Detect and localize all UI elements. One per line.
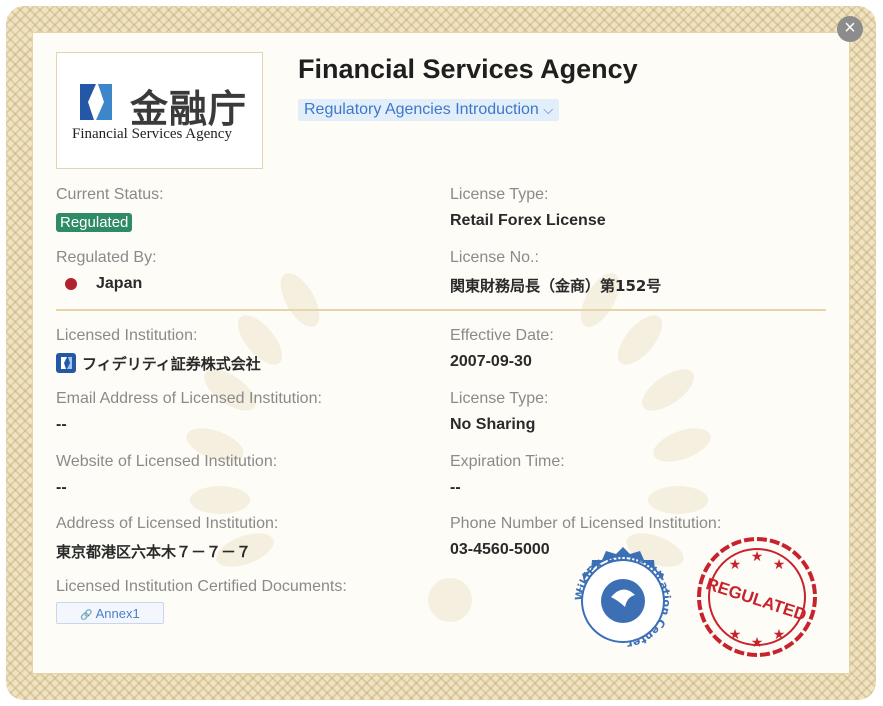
- logo-english-name: Financial Services Agency: [72, 126, 232, 142]
- fsa-logo-icon: [80, 84, 112, 120]
- expiration-label: Expiration Time:: [450, 453, 565, 470]
- phone-value: 03-4560-5000: [450, 541, 550, 558]
- institution-logo-icon: [56, 353, 76, 373]
- license-type-value: Retail Forex License: [450, 212, 606, 229]
- licensed-institution-value: フィデリティ証券株式会社: [82, 355, 261, 373]
- svg-text:★: ★: [773, 627, 786, 643]
- regulated-by-label: Regulated By:: [56, 249, 157, 266]
- svg-text:★: ★: [751, 549, 764, 565]
- link-icon: 🔗: [80, 610, 93, 621]
- website-label: Website of Licensed Institution:: [56, 453, 278, 470]
- regulatory-intro-label: Regulatory Agencies Introduction: [304, 101, 539, 118]
- license-no-label: License No.:: [450, 249, 539, 266]
- license-no-value: 関東財務局長（金商）第152号: [450, 277, 662, 295]
- website-value: --: [56, 479, 67, 496]
- svg-text:★: ★: [751, 635, 764, 651]
- logo-kanji: 金融庁: [130, 87, 248, 131]
- close-button[interactable]: ×: [837, 16, 863, 42]
- documents-label: Licensed Institution Certified Documents…: [56, 578, 347, 595]
- email-value: --: [56, 416, 67, 433]
- address-value: 東京都港区六本木７－７－７: [56, 543, 252, 561]
- address-label: Address of Licensed Institution:: [56, 515, 279, 532]
- email-label: Email Address of Licensed Institution:: [56, 390, 322, 407]
- regulated-by-value: Japan: [96, 275, 143, 292]
- license-type-label: License Type:: [450, 186, 549, 203]
- svg-text:★: ★: [729, 557, 742, 573]
- wikifx-authentication-seal: WikiFX Authentication Center: [573, 547, 673, 651]
- svg-text:★: ★: [773, 557, 786, 573]
- regulatory-intro-dropdown[interactable]: Regulatory Agencies Introduction ⌵: [298, 99, 560, 121]
- current-status-label: Current Status:: [56, 186, 164, 203]
- license-type-2-label: License Type:: [450, 390, 549, 407]
- section-divider: [56, 309, 826, 311]
- regulated-stamp: ★ ★ ★ ★ ★ ★ REGULATED: [697, 537, 817, 657]
- expiration-value: --: [450, 479, 461, 496]
- phone-label: Phone Number of Licensed Institution:: [450, 515, 722, 532]
- license-type-2-value: No Sharing: [450, 416, 536, 433]
- chevron-down-icon: ⌵: [543, 102, 554, 117]
- annex-label: Annex1: [95, 606, 140, 621]
- status-badge: Regulated: [56, 213, 133, 232]
- stamp-regulated-text: REGULATED: [704, 574, 809, 624]
- effective-date-value: 2007-09-30: [450, 353, 532, 370]
- svg-text:★: ★: [729, 627, 742, 643]
- page-title: Financial Services Agency: [298, 54, 638, 84]
- japan-flag-icon: [65, 278, 77, 290]
- annex-link-button[interactable]: 🔗 Annex1: [56, 602, 164, 624]
- effective-date-label: Effective Date:: [450, 327, 554, 344]
- licensed-institution-label: Licensed Institution:: [56, 327, 198, 344]
